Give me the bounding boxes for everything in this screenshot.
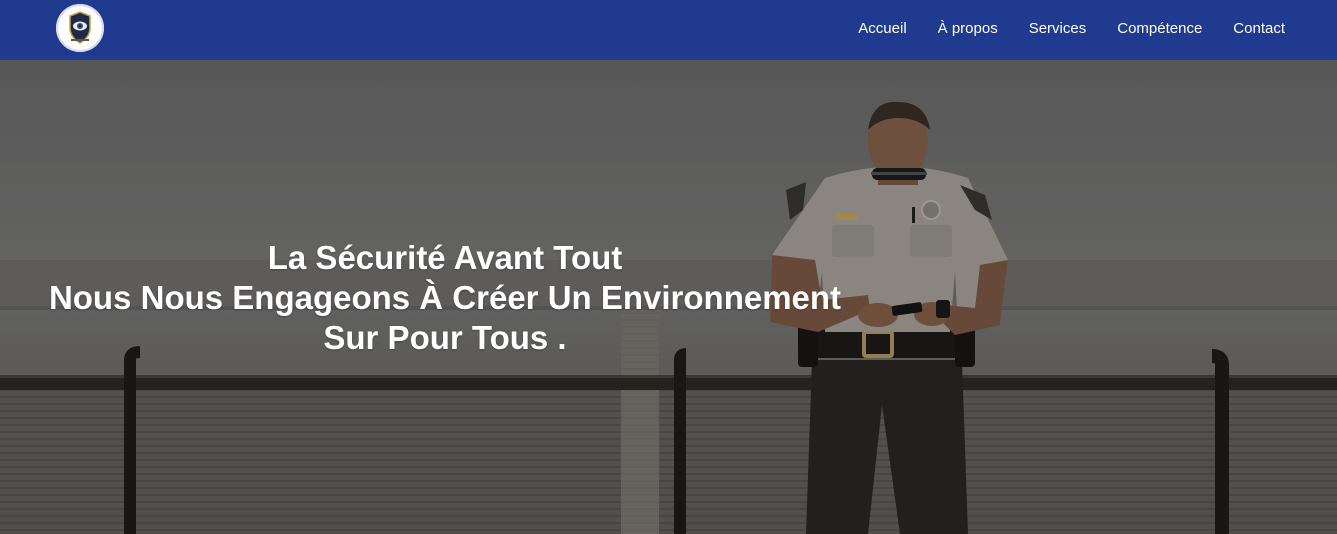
- main-nav: Accueil À propos Services Compétence Con…: [858, 0, 1285, 57]
- hero-section: La Sécurité Avant Tout Nous Nous Engageo…: [0, 60, 1337, 534]
- nav-a-propos[interactable]: À propos: [938, 20, 998, 37]
- brand-logo[interactable]: [56, 4, 104, 52]
- hero-line-3: Sur Pour Tous .: [323, 319, 567, 356]
- nav-contact[interactable]: Contact: [1233, 20, 1285, 37]
- hero-heading: La Sécurité Avant Tout Nous Nous Engageo…: [10, 238, 880, 358]
- top-navbar: Accueil À propos Services Compétence Con…: [0, 0, 1337, 60]
- hero-line-1: La Sécurité Avant Tout: [267, 239, 623, 276]
- nav-competence[interactable]: Compétence: [1117, 20, 1202, 37]
- hero-line-2: Nous Nous Engageons À Créer Un Environne…: [48, 279, 842, 316]
- shield-eye-logo-icon: [69, 11, 91, 44]
- nav-accueil[interactable]: Accueil: [858, 20, 906, 37]
- nav-services[interactable]: Services: [1029, 20, 1087, 37]
